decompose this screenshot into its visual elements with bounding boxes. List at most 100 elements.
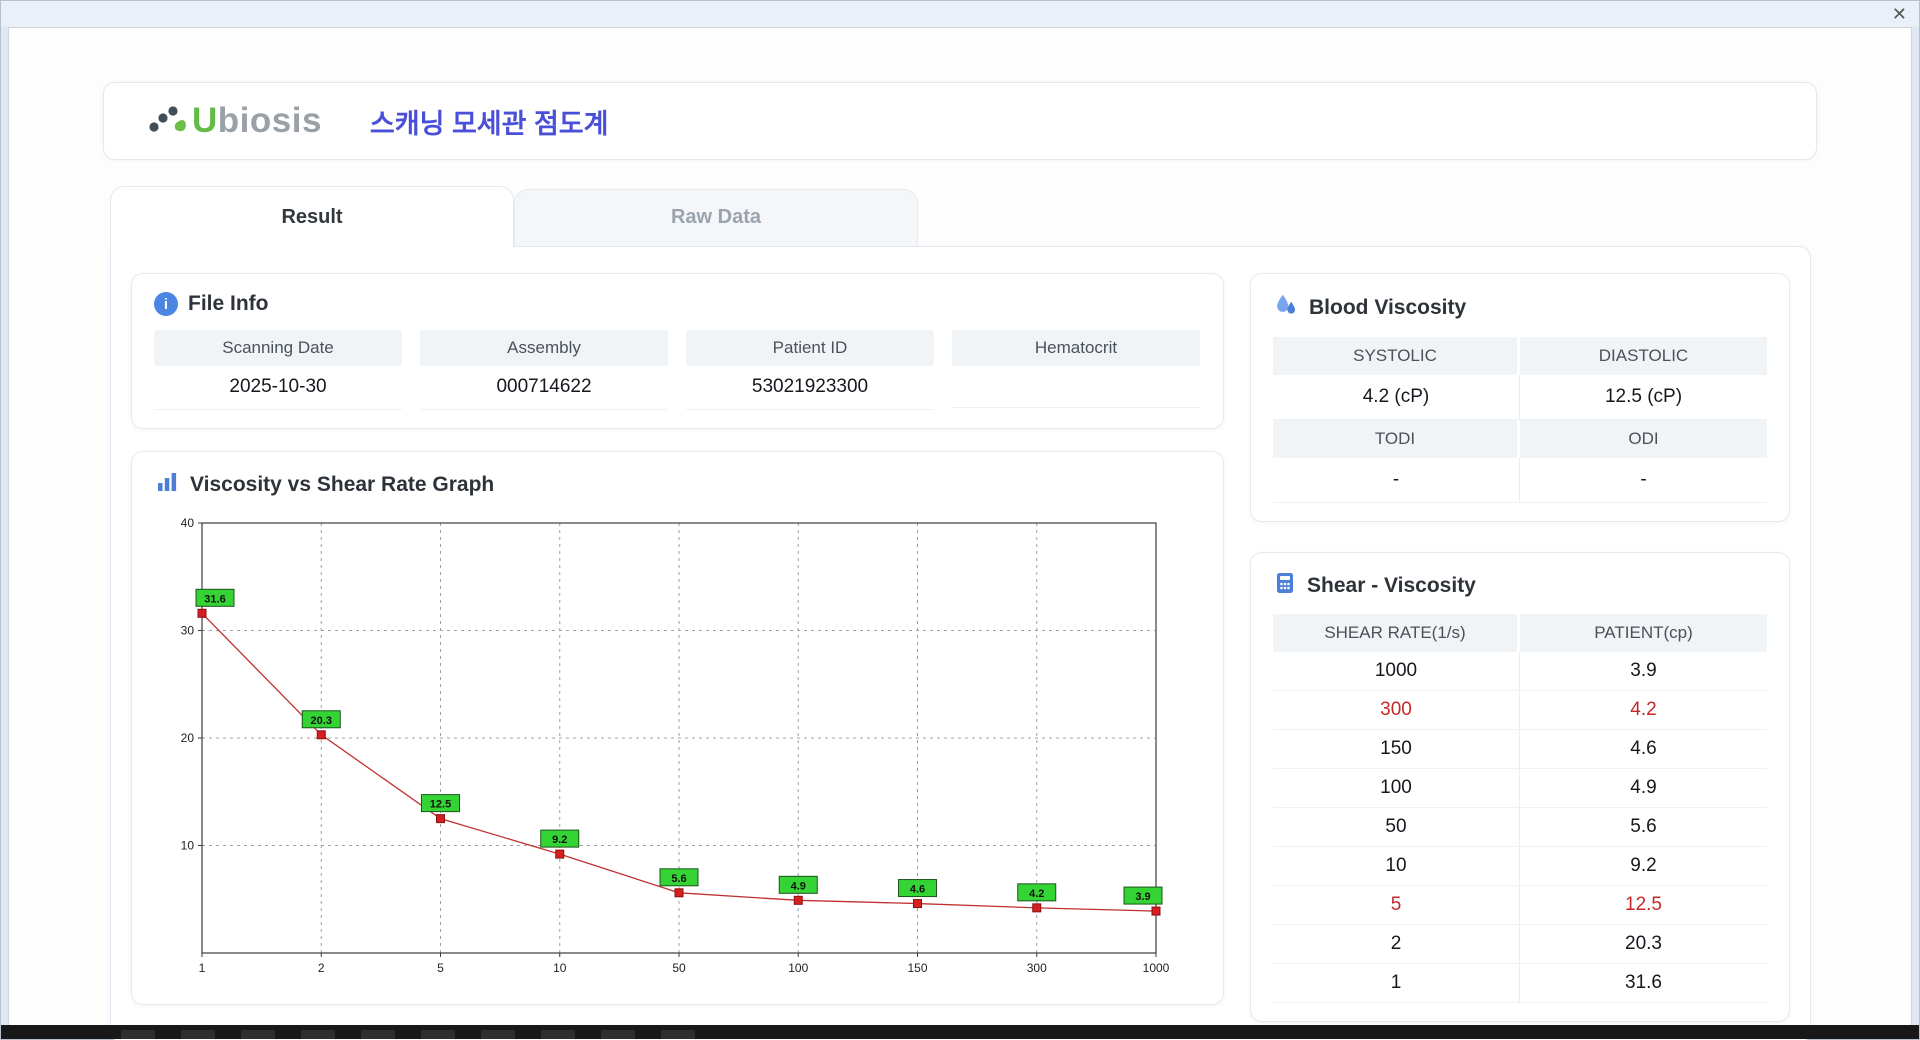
svg-text:4.9: 4.9 xyxy=(791,880,806,892)
blood-viscosity-grid: SYSTOLIC DIASTOLIC 4.2 (cP) 12.5 (cP) TO… xyxy=(1273,337,1767,503)
cell-patient: 31.6 xyxy=(1520,964,1767,1003)
result-panel: i File Info Scanning Date 2025-10-30 Ass… xyxy=(110,246,1811,1040)
field-label: Patient ID xyxy=(686,330,934,366)
content-wrap: Result Raw Data i File Info Scanning Dat… xyxy=(110,186,1811,1040)
shear-table-row: 150 4.6 xyxy=(1273,730,1767,769)
header-card: Ubiosis 스캐닝 모세관 점도계 xyxy=(103,82,1817,160)
svg-text:31.6: 31.6 xyxy=(204,593,225,605)
svg-text:2: 2 xyxy=(318,961,325,975)
tab-result[interactable]: Result xyxy=(110,186,514,247)
cell-shear-rate: 50 xyxy=(1273,808,1520,847)
graph-header: Viscosity vs Shear Rate Graph xyxy=(154,470,1201,499)
svg-text:12.5: 12.5 xyxy=(430,799,451,811)
close-button[interactable]: ✕ xyxy=(1892,3,1907,25)
svg-text:4.2: 4.2 xyxy=(1029,888,1044,900)
page-title: 스캐닝 모세관 점도계 xyxy=(369,108,609,139)
taskbar-icon-fragment xyxy=(121,1030,155,1039)
cell-shear-rate: 1000 xyxy=(1273,652,1520,691)
viscosity-chart: 10 20 30 40 1 2 5 10 50 100 150 300 1000 31.6 20.3 12.5… xyxy=(181,516,1170,975)
shear-table-head: SHEAR RATE(1/s) PATIENT(cp) xyxy=(1273,614,1767,652)
app-window: Ubiosis 스캐닝 모세관 점도계 Result Raw Data i Fi… xyxy=(8,27,1912,1040)
column-header-patient: PATIENT(cp) xyxy=(1520,614,1767,652)
field-value xyxy=(952,366,1200,408)
svg-text:150: 150 xyxy=(907,961,927,975)
shear-table-row: 300 4.2 xyxy=(1273,691,1767,730)
taskbar-icon-fragment xyxy=(421,1030,455,1039)
field-label: Scanning Date xyxy=(154,330,402,366)
cell-patient: 5.6 xyxy=(1520,808,1767,847)
svg-text:4.6: 4.6 xyxy=(910,884,925,896)
shear-viscosity-title: Shear - Viscosity xyxy=(1307,573,1476,597)
svg-text:300: 300 xyxy=(1027,961,1047,975)
cell-patient: 4.9 xyxy=(1520,769,1767,808)
file-info-header: i File Info xyxy=(154,292,1201,316)
cell-shear-rate: 10 xyxy=(1273,847,1520,886)
field-patient-id: Patient ID 53021923300 xyxy=(686,330,934,410)
field-scanning-date: Scanning Date 2025-10-30 xyxy=(154,330,402,410)
metric-value-diastolic: 12.5 (cP) xyxy=(1520,375,1767,420)
taskbar-icon-fragment xyxy=(361,1030,395,1039)
svg-text:1000: 1000 xyxy=(1143,961,1170,975)
tab-bar: Result Raw Data xyxy=(110,186,1811,247)
svg-text:5: 5 xyxy=(437,961,444,975)
shear-table-row: 5 12.5 xyxy=(1273,886,1767,925)
svg-text:5.6: 5.6 xyxy=(671,873,686,885)
svg-text:20.3: 20.3 xyxy=(311,715,332,727)
svg-text:10: 10 xyxy=(553,961,567,975)
shear-table-row: 50 5.6 xyxy=(1273,808,1767,847)
cell-shear-rate: 150 xyxy=(1273,730,1520,769)
blood-viscosity-title: Blood Viscosity xyxy=(1309,295,1467,319)
shear-table-row: 1 31.6 xyxy=(1273,964,1767,1003)
shear-table-row: 10 9.2 xyxy=(1273,847,1767,886)
metric-label-diastolic: DIASTOLIC xyxy=(1520,337,1767,375)
metric-value-todi: - xyxy=(1273,458,1520,503)
svg-text:10: 10 xyxy=(181,839,195,853)
ubiosis-logo: Ubiosis xyxy=(146,101,322,142)
chart-holder: 10 20 30 40 1 2 5 10 50 100 150 300 1000 31.6 20.3 12.5… xyxy=(154,513,1201,986)
field-value: 53021923300 xyxy=(686,366,934,410)
taskbar-icon-fragment xyxy=(661,1030,695,1039)
svg-text:30: 30 xyxy=(181,624,195,638)
logo-letters-rest: biosis xyxy=(217,101,322,140)
field-value: 2025-10-30 xyxy=(154,366,402,410)
info-icon: i xyxy=(154,292,178,316)
metric-value-systolic: 4.2 (cP) xyxy=(1273,375,1520,420)
svg-text:100: 100 xyxy=(788,961,808,975)
shear-viscosity-header: Shear - Viscosity xyxy=(1273,571,1767,600)
svg-text:1: 1 xyxy=(199,961,206,975)
field-value: 000714622 xyxy=(420,366,668,410)
taskbar-icon-fragment xyxy=(481,1030,515,1039)
column-header-shear-rate: SHEAR RATE(1/s) xyxy=(1273,614,1520,652)
svg-text:40: 40 xyxy=(181,516,195,530)
cell-patient: 3.9 xyxy=(1520,652,1767,691)
tab-raw-data[interactable]: Raw Data xyxy=(514,189,918,246)
shear-table-row: 2 20.3 xyxy=(1273,925,1767,964)
logo-text: Ubiosis xyxy=(192,101,322,141)
cell-patient: 9.2 xyxy=(1520,847,1767,886)
titlebar: ✕ xyxy=(1,1,1919,27)
bar-chart-icon xyxy=(154,470,180,499)
cell-patient: 20.3 xyxy=(1520,925,1767,964)
metric-label-systolic: SYSTOLIC xyxy=(1273,337,1520,375)
right-column: Blood Viscosity SYSTOLIC DIASTOLIC 4.2 (… xyxy=(1250,273,1790,1022)
svg-text:9.2: 9.2 xyxy=(552,834,567,846)
blood-viscosity-card: Blood Viscosity SYSTOLIC DIASTOLIC 4.2 (… xyxy=(1250,273,1790,522)
cell-patient: 4.2 xyxy=(1520,691,1767,730)
cell-shear-rate: 100 xyxy=(1273,769,1520,808)
cell-shear-rate: 1 xyxy=(1273,964,1520,1003)
metric-label-odi: ODI xyxy=(1520,420,1767,458)
cell-shear-rate: 300 xyxy=(1273,691,1520,730)
metric-value-odi: - xyxy=(1520,458,1767,503)
field-label: Hematocrit xyxy=(952,330,1200,366)
svg-text:3.9: 3.9 xyxy=(1135,891,1150,903)
taskbar-icon-fragment xyxy=(181,1030,215,1039)
cell-shear-rate: 5 xyxy=(1273,886,1520,925)
field-assembly: Assembly 000714622 xyxy=(420,330,668,410)
cell-shear-rate: 2 xyxy=(1273,925,1520,964)
logo-letter-u: U xyxy=(192,101,218,140)
droplet-icon xyxy=(1273,292,1299,323)
file-info-fields: Scanning Date 2025-10-30 Assembly 000714… xyxy=(154,330,1201,410)
shear-table: SHEAR RATE(1/s) PATIENT(cp) 1000 3.9 300… xyxy=(1273,614,1767,1003)
shear-viscosity-card: Shear - Viscosity SHEAR RATE(1/s) PATIEN… xyxy=(1250,552,1790,1022)
ubiosis-logo-icon xyxy=(146,101,188,142)
